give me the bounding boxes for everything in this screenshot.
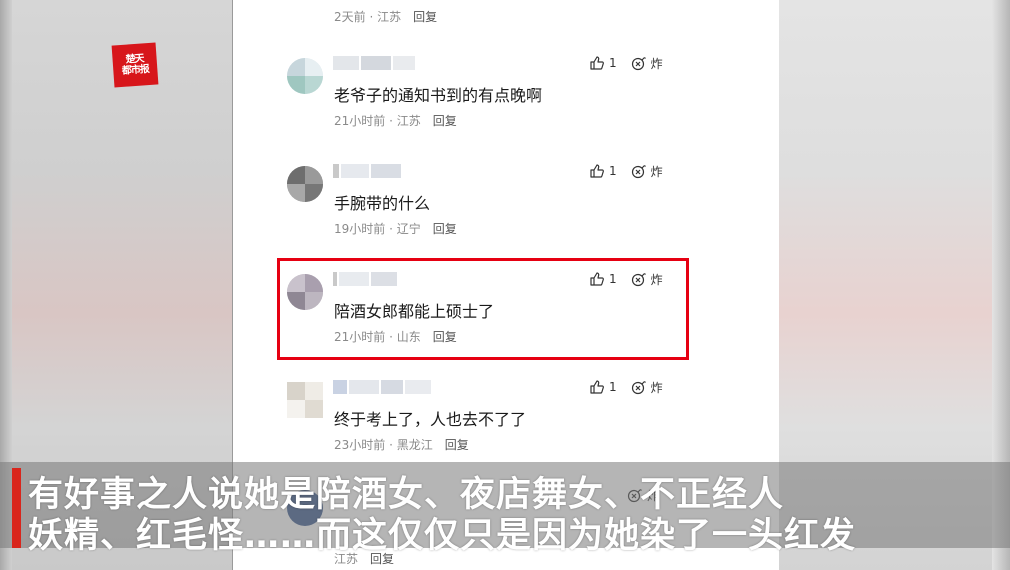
- comment-meta: 19小时前 · 辽宁 回复: [334, 222, 457, 236]
- like-count: 1: [609, 56, 617, 70]
- like-count: 1: [609, 380, 617, 394]
- comment-text: 手腕带的什么: [334, 194, 431, 213]
- comment-time: 23小时前: [334, 438, 386, 452]
- reply-button[interactable]: 回复: [433, 222, 457, 236]
- thumbs-up-icon[interactable]: [589, 379, 605, 395]
- comment-time: 19小时前: [334, 222, 386, 236]
- username-blurred[interactable]: [333, 164, 401, 182]
- comment-time: 2天前: [334, 10, 366, 24]
- comment-actions: 1 炸: [589, 54, 663, 72]
- comment-item: 1 炸 老爷子的通知书到的有点晚啊 21小时前 · 江苏 回复: [233, 52, 779, 160]
- caption-line-2: 妖精、红毛怪……而这仅仅只是因为她染了一头红发: [28, 516, 857, 556]
- bomb-label[interactable]: 炸: [651, 55, 663, 72]
- bomb-icon[interactable]: [631, 379, 647, 395]
- comment-meta: 2天前 · 江苏 回复: [334, 10, 438, 24]
- comment-region: 江苏: [396, 114, 421, 128]
- news-logo: 楚天 都市报: [111, 42, 159, 88]
- caption-accent-bar: [12, 468, 21, 548]
- comment-region: 黑龙江: [396, 438, 433, 452]
- reply-button[interactable]: 回复: [413, 10, 437, 24]
- avatar[interactable]: [287, 382, 323, 418]
- comment-time: 21小时前: [334, 114, 386, 128]
- comment-actions: 1 炸: [589, 378, 663, 396]
- comment-region: 江苏: [377, 10, 402, 24]
- thumbs-up-icon[interactable]: [589, 55, 605, 71]
- bomb-icon[interactable]: [631, 55, 647, 71]
- comment-actions: 1 炸: [589, 162, 663, 180]
- username-blurred[interactable]: [333, 56, 415, 74]
- bomb-icon[interactable]: [631, 163, 647, 179]
- reply-button[interactable]: 回复: [433, 114, 457, 128]
- username-blurred[interactable]: [333, 380, 431, 398]
- avatar[interactable]: [287, 166, 323, 202]
- bomb-label[interactable]: 炸: [651, 379, 663, 396]
- comment-region: 辽宁: [396, 222, 421, 236]
- reply-button[interactable]: 回复: [445, 438, 469, 452]
- comment-meta: 23小时前 · 黑龙江 回复: [334, 438, 469, 452]
- comment-text: 终于考上了，人也去不了了: [334, 410, 527, 429]
- bomb-label[interactable]: 炸: [651, 163, 663, 180]
- avatar[interactable]: [287, 58, 323, 94]
- comment-meta: 21小时前 · 江苏 回复: [334, 114, 457, 128]
- comment-item: 1 炸 手腕带的什么 19小时前 · 辽宁 回复: [233, 160, 779, 268]
- comment-text: 老爷子的通知书到的有点晚啊: [334, 86, 543, 105]
- comment-item: 2天前 · 江苏 回复: [233, 0, 779, 56]
- like-count: 1: [609, 164, 617, 178]
- thumbs-up-icon[interactable]: [589, 163, 605, 179]
- highlight-box: [277, 258, 689, 360]
